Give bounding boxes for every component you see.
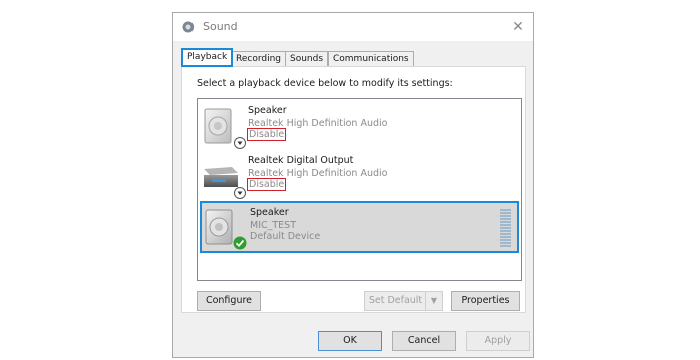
ok-button[interactable]: OK (318, 331, 382, 351)
device-name: Speaker (250, 207, 289, 218)
device-status: Disable (247, 128, 287, 141)
device-status: Default Device (250, 231, 321, 242)
device-item-speaker-realtek[interactable]: Speaker Realtek High Definition Audio Di… (200, 101, 519, 151)
green-check-badge-icon (233, 236, 247, 250)
device-status: Disable (247, 178, 287, 191)
down-arrow-badge-icon (234, 187, 246, 199)
window-title: Sound (203, 20, 238, 33)
volume-level-meter (500, 209, 511, 247)
configure-button[interactable]: Configure (197, 291, 261, 311)
device-driver: MIC_TEST (250, 220, 297, 231)
instruction-text: Select a playback device below to modify… (197, 78, 453, 89)
tab-playback[interactable]: Playback (181, 48, 234, 67)
properties-button[interactable]: Properties (451, 291, 520, 311)
tab-communications[interactable]: Communications (328, 51, 414, 66)
device-name: Speaker (248, 105, 287, 116)
set-default-label: Set Default (368, 295, 423, 306)
close-icon: ✕ (512, 19, 524, 35)
close-button[interactable]: ✕ (507, 17, 529, 37)
device-item-digital-output[interactable]: Realtek Digital Output Realtek High Defi… (200, 151, 519, 201)
sound-dialog: Sound ✕ Playback Recording Sounds Commun… (172, 12, 534, 358)
device-name: Realtek Digital Output (248, 155, 354, 166)
device-list[interactable]: Speaker Realtek High Definition Audio Di… (197, 98, 522, 281)
tab-recording[interactable]: Recording (231, 51, 287, 66)
set-default-button[interactable]: Set Default ▼ (364, 291, 443, 311)
cancel-button[interactable]: Cancel (392, 331, 456, 351)
sound-app-icon (182, 21, 195, 33)
device-item-speaker-mic-test[interactable]: Speaker MIC_TEST Default Device (200, 201, 519, 253)
down-arrow-badge-icon (234, 137, 246, 149)
tab-sounds[interactable]: Sounds (285, 51, 329, 66)
title-bar: Sound ✕ (173, 13, 533, 41)
dialog-footer: OK Cancel Apply (173, 327, 533, 357)
chevron-down-icon[interactable]: ▼ (425, 292, 442, 310)
apply-button[interactable]: Apply (466, 331, 530, 351)
playback-panel: Select a playback device below to modify… (181, 66, 526, 313)
